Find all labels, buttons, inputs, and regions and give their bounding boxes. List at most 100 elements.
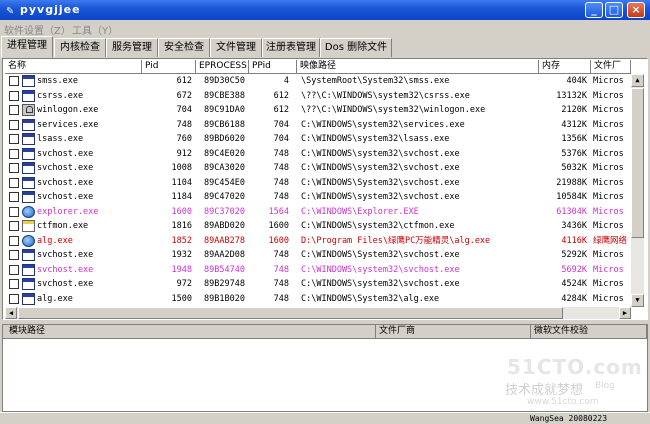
cell-eprocess: 89CA3020 bbox=[204, 163, 245, 173]
minimize-button[interactable]: _ bbox=[585, 2, 603, 18]
cell-pid: 1500 bbox=[171, 293, 192, 304]
table-row[interactable]: svchost.exe 1948 89B54740 748 C:\WINDOWS\sys… bbox=[5, 263, 631, 278]
cell-ppid: 748 bbox=[273, 148, 289, 159]
row-checkbox[interactable] bbox=[9, 192, 19, 202]
tab-security[interactable]: 安全检查 bbox=[158, 38, 210, 57]
cell-ppid: 1600 bbox=[268, 221, 289, 231]
cell-ppid: 704 bbox=[273, 134, 289, 144]
row-checkbox[interactable] bbox=[9, 206, 19, 217]
table-row[interactable]: svchost.exe 1104 89C454E0 748 C:\WINDOWS\Sys… bbox=[5, 176, 631, 191]
row-checkbox[interactable] bbox=[9, 148, 19, 159]
table-row[interactable]: svchost.exe 1008 89CA3020 748 C:\WINDOWS\sys… bbox=[5, 161, 631, 176]
scroll-up-icon[interactable]: ▲ bbox=[631, 74, 644, 87]
row-checkbox[interactable] bbox=[9, 235, 19, 246]
table-row[interactable]: svchost.exe 1932 89AA2D08 748 C:\WINDOWS\Sys… bbox=[5, 248, 631, 263]
close-button[interactable]: × bbox=[627, 2, 645, 18]
col-module-path[interactable]: 模块路径 bbox=[3, 325, 376, 339]
cell-pid: 1600 bbox=[171, 206, 192, 217]
row-checkbox[interactable] bbox=[9, 264, 19, 275]
cell-pid: 1184 bbox=[171, 192, 192, 202]
horizontal-scrollbar[interactable]: ◀ ▶ bbox=[5, 307, 631, 319]
col-pid[interactable]: Pid bbox=[142, 60, 196, 74]
window-process-icon bbox=[22, 191, 35, 203]
tab-files[interactable]: 文件管理 bbox=[210, 38, 262, 57]
menu-settings[interactable]: 软件设置（Z） bbox=[4, 22, 71, 37]
cell-mem: 13132K bbox=[556, 90, 587, 101]
col-name[interactable]: 名称 bbox=[5, 60, 142, 74]
scroll-left-icon[interactable]: ◀ bbox=[5, 307, 17, 319]
tab-kernel[interactable]: 内核检查 bbox=[54, 38, 106, 57]
tab-process[interactable]: 进程管理 bbox=[1, 36, 53, 58]
row-checkbox[interactable] bbox=[9, 293, 19, 304]
row-checkbox[interactable] bbox=[9, 76, 19, 86]
maximize-button[interactable]: □ bbox=[605, 2, 623, 18]
cell-eprocess: 89C454E0 bbox=[204, 177, 245, 188]
row-checkbox[interactable] bbox=[9, 177, 19, 188]
tab-services[interactable]: 服务管理 bbox=[106, 38, 158, 57]
table-row[interactable]: svchost.exe 912 89C4E020 748 C:\WINDOWS\syst… bbox=[5, 147, 631, 162]
table-row[interactable]: svchost.exe 1184 89C47020 748 C:\WINDOWS\sys… bbox=[5, 190, 631, 205]
menu-tools[interactable]: 工具（Y） bbox=[72, 22, 118, 37]
cell-ppid: 704 bbox=[273, 119, 289, 130]
cell-pid: 972 bbox=[176, 279, 192, 289]
table-row[interactable]: services.exe 748 89CB6188 704 C:\WINDOWS\sys… bbox=[5, 118, 631, 133]
cell-mem: 1356K bbox=[561, 134, 587, 144]
cell-vendor: Micros bbox=[593, 148, 624, 159]
col-ppid[interactable]: PPid bbox=[249, 60, 297, 74]
row-checkbox[interactable] bbox=[9, 105, 19, 115]
row-checkbox[interactable] bbox=[9, 279, 19, 289]
col-memory[interactable]: 内存 bbox=[539, 60, 591, 74]
cell-ppid: 748 bbox=[273, 192, 289, 202]
hscroll-thumb[interactable] bbox=[18, 307, 563, 319]
cell-name: smss.exe bbox=[37, 76, 78, 86]
row-checkbox[interactable] bbox=[9, 163, 19, 173]
table-row[interactable]: ctfmon.exe 1816 89ABD020 1600 C:\WINDOWS\sys… bbox=[5, 219, 631, 234]
cell-ppid: 748 bbox=[273, 264, 289, 275]
table-row[interactable]: svchost.exe 972 89B29748 748 C:\WINDOWS\syst… bbox=[5, 277, 631, 292]
table-row[interactable]: csrss.exe 672 89CBE388 612 \??\C:\WINDOWS\sy… bbox=[5, 89, 631, 104]
cell-eprocess: 89B1B020 bbox=[204, 293, 245, 304]
cell-path: C:\WINDOWS\system32\svchost.exe bbox=[301, 264, 460, 275]
cell-eprocess: 89CB6188 bbox=[204, 119, 245, 130]
cell-path: C:\WINDOWS\System32\alg.exe bbox=[301, 293, 440, 304]
cell-pid: 912 bbox=[176, 148, 192, 159]
cell-mem: 4116K bbox=[561, 235, 587, 246]
table-row[interactable]: alg.exe 1852 89AAB278 1600 D:\Program Files\… bbox=[5, 234, 631, 249]
table-row[interactable]: winlogon.exe 704 89C91DA0 612 \??\C:\WINDOWS… bbox=[5, 103, 631, 118]
vertical-scrollbar[interactable]: ▲ ▼ bbox=[631, 74, 644, 307]
col-file-vendor[interactable]: 文件厂商 bbox=[376, 325, 531, 339]
cell-path: C:\WINDOWS\System32\svchost.exe bbox=[301, 250, 460, 260]
col-image-path[interactable]: 映像路径 bbox=[297, 60, 539, 74]
tab-dos-delete[interactable]: Dos 删除文件 bbox=[320, 38, 392, 57]
table-row[interactable]: explorer.exe 1600 89C37020 1564 C:\WINDOWS\E… bbox=[5, 205, 631, 220]
row-checkbox[interactable] bbox=[9, 134, 19, 144]
table-row[interactable]: alg.exe 1500 89B1B020 748 C:\WINDOWS\System3… bbox=[5, 292, 631, 307]
cell-vendor: Micros bbox=[593, 76, 624, 86]
scroll-down-icon[interactable]: ▼ bbox=[631, 294, 644, 307]
row-checkbox[interactable] bbox=[9, 119, 19, 130]
col-vendor[interactable]: 文件厂 bbox=[591, 60, 631, 74]
col-signature-check[interactable]: 微软文件校验 bbox=[531, 325, 647, 339]
scroll-thumb[interactable] bbox=[631, 88, 644, 238]
row-checkbox[interactable] bbox=[9, 250, 19, 260]
cell-vendor: Micros bbox=[593, 90, 624, 101]
cell-eprocess: 89C91DA0 bbox=[204, 105, 245, 115]
table-row[interactable]: smss.exe 612 89D30C50 4 \SystemRoot\System32… bbox=[5, 74, 631, 89]
col-eprocess[interactable]: EPROCESS bbox=[196, 60, 249, 74]
cell-name: lsass.exe bbox=[37, 134, 84, 144]
cell-name: alg.exe bbox=[37, 293, 73, 304]
window-process-icon bbox=[22, 75, 35, 87]
tab-registry[interactable]: 注册表管理 bbox=[262, 38, 320, 57]
cell-vendor: Micros bbox=[593, 105, 624, 115]
row-checkbox[interactable] bbox=[9, 90, 19, 101]
status-text: WangSea 20080223 bbox=[530, 414, 608, 423]
cell-vendor: 绿鹰网络 bbox=[593, 235, 628, 246]
cell-path: C:\WINDOWS\system32\ctfmon.exe bbox=[301, 221, 455, 231]
cell-name: csrss.exe bbox=[37, 90, 84, 101]
scroll-right-icon[interactable]: ▶ bbox=[619, 307, 631, 319]
cell-ppid: 1600 bbox=[268, 235, 289, 246]
title-bar: ✎ pyvgjjee _ □ × bbox=[0, 0, 650, 20]
table-row[interactable]: lsass.exe 760 89BD6020 704 C:\WINDOWS\system… bbox=[5, 132, 631, 147]
module-list-header: 模块路径 文件厂商 微软文件校验 bbox=[3, 325, 647, 339]
row-checkbox[interactable] bbox=[9, 221, 19, 231]
